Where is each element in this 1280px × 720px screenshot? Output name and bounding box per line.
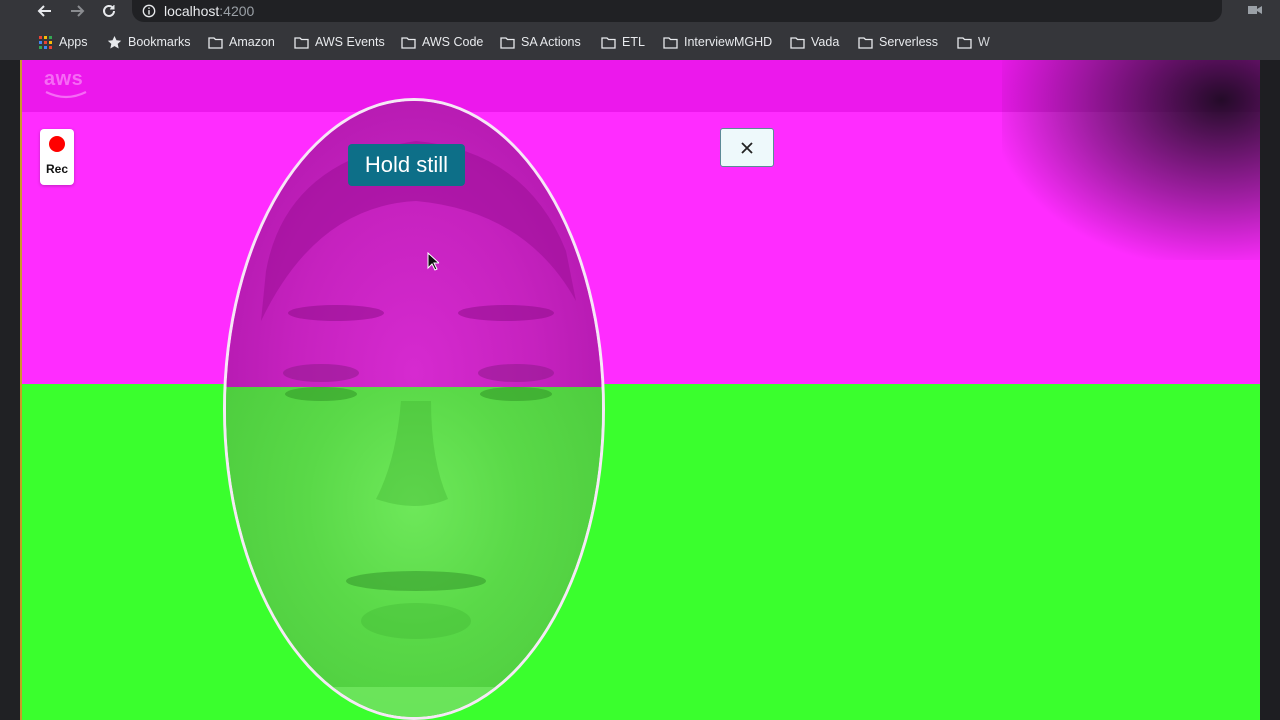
url-text: localhost:4200: [164, 3, 255, 19]
record-button[interactable]: Rec: [40, 129, 74, 185]
bookmark-sa-actions[interactable]: SA Actions: [500, 33, 581, 51]
info-icon[interactable]: [142, 4, 156, 18]
record-dot-icon: [49, 136, 65, 152]
bookmark-vada[interactable]: Vada: [790, 33, 839, 51]
close-icon: [741, 141, 753, 154]
face-features: [226, 141, 602, 717]
star-icon: [107, 35, 122, 48]
mouse-cursor-icon: [427, 252, 439, 271]
liveness-viewport: aws Rec Hold still: [22, 60, 1260, 720]
folder-icon: [601, 36, 616, 49]
camera-blur-overlay: [1002, 60, 1260, 260]
window-edge-right: [1260, 60, 1280, 720]
bookmark-aws-code[interactable]: AWS Code: [401, 33, 483, 51]
bookmark-serverless[interactable]: Serverless: [858, 33, 938, 51]
status-badge: Hold still: [348, 144, 465, 186]
browser-toolbar: localhost:4200: [0, 0, 1280, 24]
bookmark-amazon[interactable]: Amazon: [208, 33, 275, 51]
back-button[interactable]: [33, 0, 57, 22]
bookmark-bookmarks[interactable]: Bookmarks: [107, 33, 191, 51]
folder-icon: [663, 36, 678, 49]
address-bar[interactable]: localhost:4200: [132, 0, 1222, 22]
bookmark-apps[interactable]: Apps: [38, 33, 88, 51]
bookmark-etl[interactable]: ETL: [601, 33, 645, 51]
folder-icon: [500, 36, 515, 49]
folder-icon: [858, 36, 873, 49]
forward-arrow-icon: [71, 5, 85, 17]
reload-icon: [103, 4, 115, 17]
folder-icon: [790, 36, 805, 49]
back-arrow-icon: [37, 5, 51, 17]
reload-button[interactable]: [97, 0, 121, 22]
folder-icon: [208, 36, 223, 49]
aws-logo: aws: [44, 68, 84, 90]
camera-icon[interactable]: [1248, 4, 1262, 16]
folder-icon: [294, 36, 309, 49]
aws-smile-icon: [45, 91, 87, 99]
face-oval: [223, 98, 605, 720]
green-flash-region: [22, 384, 1260, 720]
bookmarks-fade: [970, 24, 1280, 60]
forward-button[interactable]: [65, 0, 89, 22]
bookmark-interviewmghd[interactable]: InterviewMGHD: [663, 33, 772, 51]
folder-icon: [401, 36, 416, 49]
record-label: Rec: [45, 162, 68, 176]
close-button[interactable]: [720, 128, 774, 167]
bookmark-aws-events[interactable]: AWS Events: [294, 33, 385, 51]
apps-grid-icon: [39, 35, 52, 49]
